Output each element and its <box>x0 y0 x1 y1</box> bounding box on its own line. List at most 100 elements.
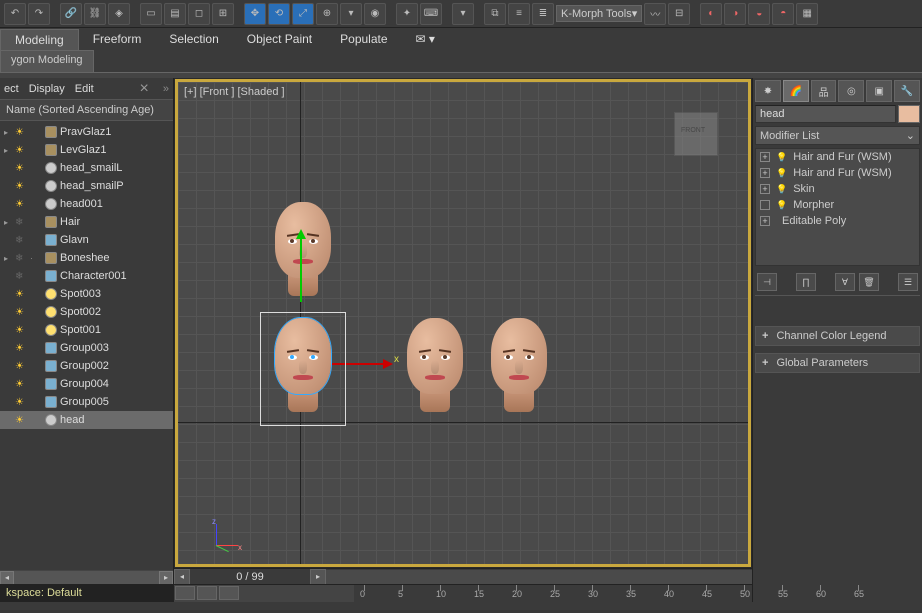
visibility-icon[interactable]: ☀ <box>15 163 27 174</box>
redo-icon[interactable]: ↷ <box>28 3 50 25</box>
object-color-swatch[interactable] <box>898 105 920 123</box>
time-slider-track[interactable] <box>326 570 752 584</box>
expand-icon[interactable]: + <box>760 152 770 162</box>
move-icon[interactable]: ✥ <box>244 3 266 25</box>
scene-tree[interactable]: ▸☀PravGlaz1▸☀LevGlaz1☀head_smailL☀head_s… <box>0 121 173 570</box>
workspace-label[interactable]: kspace: Default <box>0 584 173 602</box>
modifier-list-dropdown[interactable]: Modifier List⌄ <box>755 126 920 145</box>
rollout-global-params[interactable]: +Global Parameters <box>755 353 920 373</box>
tree-row[interactable]: ☀head_smailL <box>0 159 173 177</box>
track-btn-3[interactable] <box>219 586 239 600</box>
visibility-icon[interactable]: ☀ <box>15 307 27 318</box>
expand-icon[interactable]: ▸ <box>4 218 12 227</box>
modifier-row[interactable]: +Editable Poly <box>756 213 919 229</box>
track-btn-1[interactable] <box>175 586 195 600</box>
rollout-channel-color[interactable]: +Channel Color Legend <box>755 326 920 346</box>
select-rect-icon[interactable]: ◻ <box>188 3 210 25</box>
viewport-object-head-smaill[interactable] <box>400 318 470 414</box>
ref-coord-icon[interactable]: ▾ <box>340 3 362 25</box>
tree-row[interactable]: ☀head <box>0 411 173 429</box>
visibility-icon[interactable]: ❄ <box>15 271 27 282</box>
expand-icon[interactable]: + <box>760 168 770 178</box>
visibility-icon[interactable]: ☀ <box>15 199 27 210</box>
tree-row[interactable]: ❄Glavn <box>0 231 173 249</box>
tree-row[interactable]: ☀Spot002 <box>0 303 173 321</box>
visibility-icon[interactable]: ❄ <box>15 217 27 228</box>
visibility-icon[interactable]: ☀ <box>15 379 27 390</box>
curve-editor-icon[interactable]: 〰 <box>644 3 666 25</box>
pin-stack-icon[interactable]: ⊣ <box>757 273 777 291</box>
timeline-next-icon[interactable]: ▸ <box>310 569 326 585</box>
scale-icon[interactable]: ⤢ <box>292 3 314 25</box>
tree-row[interactable]: ☀head001 <box>0 195 173 213</box>
close-icon[interactable]: × <box>136 80 153 98</box>
bulb-icon[interactable]: 💡 <box>776 152 787 163</box>
ribbon-tab-selection[interactable]: Selection <box>155 29 232 49</box>
snap-spinner-icon[interactable]: ◓ <box>772 3 794 25</box>
timeline-prev-icon[interactable]: ◂ <box>174 569 190 585</box>
rotate-icon[interactable]: ⟲ <box>268 3 290 25</box>
modifier-stack[interactable]: +💡Hair and Fur (WSM)+💡Hair and Fur (WSM)… <box>755 148 920 266</box>
tree-row[interactable]: ▸☀PravGlaz1 <box>0 123 173 141</box>
expand-icon[interactable] <box>760 200 770 210</box>
window-cross-icon[interactable]: ⊞ <box>212 3 234 25</box>
visibility-icon[interactable]: ☀ <box>15 397 27 408</box>
modify-tab-icon[interactable]: 🌈 <box>783 80 809 102</box>
visibility-icon[interactable]: ☀ <box>15 361 27 372</box>
scroll-left-icon[interactable]: ◂ <box>0 571 14 585</box>
tree-row[interactable]: ☀Group004 <box>0 375 173 393</box>
viewport-object-head001[interactable] <box>268 202 338 298</box>
align-icon[interactable]: ≡ <box>508 3 530 25</box>
tree-row[interactable]: ☀Spot001 <box>0 321 173 339</box>
ribbon-mail-icon[interactable]: ✉ ▾ <box>402 29 449 49</box>
viewport-label[interactable]: [+] [Front ] [Shaded ] <box>184 86 285 98</box>
create-tab-icon[interactable]: ✸ <box>755 80 781 102</box>
bulb-icon[interactable]: 💡 <box>776 200 787 211</box>
lp-tab-edit[interactable]: Edit <box>75 83 94 95</box>
ribbon-tab-objectpaint[interactable]: Object Paint <box>233 29 326 49</box>
viewport-object-head-smailp[interactable] <box>484 318 554 414</box>
expand-icon[interactable]: ▸ <box>4 146 12 155</box>
modifier-row[interactable]: 💡Morpher <box>756 197 919 213</box>
show-end-result-icon[interactable]: ∏ <box>796 273 816 291</box>
tree-row[interactable]: ☀Spot003 <box>0 285 173 303</box>
select-icon[interactable]: ▭ <box>140 3 162 25</box>
manip-icon[interactable]: ✦ <box>396 3 418 25</box>
tree-row[interactable]: ▸☀LevGlaz1 <box>0 141 173 159</box>
tree-row[interactable]: ❄Character001 <box>0 267 173 285</box>
lp-tab-select[interactable]: ect <box>4 83 19 95</box>
tree-row[interactable]: ☀head_smailP <box>0 177 173 195</box>
hierarchy-tab-icon[interactable]: 品 <box>811 80 837 102</box>
visibility-icon[interactable]: ☀ <box>15 289 27 300</box>
timeline-ruler[interactable]: 05101520253035404550556065 <box>174 584 752 602</box>
viewcube[interactable] <box>674 112 718 156</box>
freeze-icon[interactable]: · <box>30 253 42 263</box>
pin-icon[interactable]: » <box>163 83 169 95</box>
ribbon-tab-populate[interactable]: Populate <box>326 29 401 49</box>
visibility-icon[interactable]: ☀ <box>15 325 27 336</box>
gizmo-y-axis[interactable] <box>300 232 302 302</box>
material-editor-icon[interactable]: ▦ <box>796 3 818 25</box>
unlink-icon[interactable]: ⛓ <box>84 3 106 25</box>
visibility-icon[interactable]: ☀ <box>15 181 27 192</box>
visibility-icon[interactable]: ☀ <box>15 127 27 138</box>
visibility-icon[interactable]: ☀ <box>15 145 27 156</box>
bind-icon[interactable]: ◈ <box>108 3 130 25</box>
object-name-field[interactable]: head <box>755 105 896 123</box>
sets-dropdown[interactable]: K-Morph Tools▾ <box>556 5 642 22</box>
make-unique-icon[interactable]: ∀ <box>835 273 855 291</box>
tree-row[interactable]: ▸❄·Boneshee <box>0 249 173 267</box>
modifier-row[interactable]: +💡Hair and Fur (WSM) <box>756 165 919 181</box>
undo-icon[interactable]: ↶ <box>4 3 26 25</box>
scroll-right-icon[interactable]: ▸ <box>159 571 173 585</box>
snap-angle-icon[interactable]: ◑ <box>724 3 746 25</box>
scene-explorer-header[interactable]: Name (Sorted Ascending Age) <box>0 100 173 121</box>
lp-tab-display[interactable]: Display <box>29 83 65 95</box>
ribbon-tab-freeform[interactable]: Freeform <box>79 29 156 49</box>
tree-row[interactable]: ▸❄Hair <box>0 213 173 231</box>
mirror-icon[interactable]: ⧉ <box>484 3 506 25</box>
display-tab-icon[interactable]: ▣ <box>866 80 892 102</box>
visibility-icon[interactable]: ☀ <box>15 415 27 426</box>
snap-icon[interactable]: ◐ <box>700 3 722 25</box>
modifier-row[interactable]: +💡Skin <box>756 181 919 197</box>
